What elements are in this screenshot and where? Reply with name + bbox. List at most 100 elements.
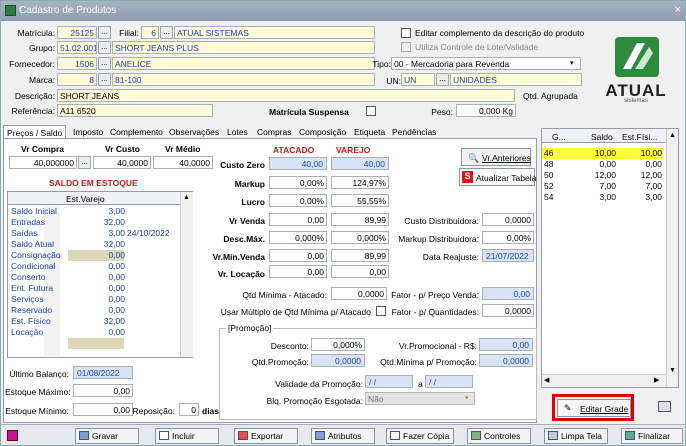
grade-row[interactable]: 54 3,00 3,00 [542, 192, 663, 203]
gravar-button[interactable]: Gravar [75, 428, 139, 444]
finalizar-button[interactable]: Finalizar [621, 428, 683, 444]
un-code-field[interactable]: UN [401, 73, 435, 86]
atributos-button[interactable]: Atributos [311, 428, 375, 444]
scroll-down-icon[interactable]: ▼ [669, 367, 676, 374]
saldo-row[interactable]: Saldo Inicial 3,00 [9, 206, 179, 217]
un-lookup-button[interactable]: ... [436, 73, 449, 86]
saldo-estoque-title: SALDO EM ESTOQUE [49, 178, 138, 188]
descricao-field[interactable]: SHORT JEANS [57, 89, 515, 102]
fornecedor-code-field[interactable]: 1506 [57, 57, 97, 70]
saldo-row[interactable]: Condicional 0,00 [9, 261, 179, 272]
desconto-field[interactable]: 0,000% [311, 338, 365, 351]
fazer-copia-button[interactable]: Fazer Cópia [386, 428, 454, 444]
vr-anteriores-button[interactable]: 🔍 Vr.Anteriores [461, 148, 531, 166]
grade-row[interactable]: 52 7,00 7,00 [542, 181, 663, 192]
tab-composicao[interactable]: Composição [299, 125, 346, 139]
lucro-varejo-field[interactable]: 55,55% [331, 194, 389, 207]
grid-icon[interactable] [658, 401, 671, 412]
saldo-row[interactable]: Consignação 0,00 [9, 250, 179, 261]
matricula-suspensa-checkbox[interactable] [366, 106, 376, 116]
tab-compras[interactable]: Compras [257, 125, 291, 139]
saldo-row-name: Locação [11, 327, 44, 337]
saldo-row[interactable]: Conserto 0,00 [9, 272, 179, 283]
tipo-select[interactable]: 00 - Mercadoria para Revenda [391, 57, 581, 70]
fornecedor-lookup-button[interactable]: ... [98, 57, 111, 70]
saldo-scrollbar[interactable] [180, 192, 193, 357]
markup-atacado-field[interactable]: 0,00% [269, 176, 327, 189]
controle-lote-checkbox[interactable] [401, 42, 411, 52]
grade-col-g-header[interactable]: G... [552, 132, 566, 142]
matricula-field[interactable]: 25125 [57, 26, 97, 39]
broom-icon [548, 431, 558, 440]
vr-min-venda-varejo-field[interactable]: 89,99 [331, 249, 389, 262]
scroll-up-icon[interactable]: ▲ [669, 132, 676, 139]
editar-complemento-checkbox[interactable] [401, 28, 411, 38]
usar-multiplo-checkbox[interactable] [376, 306, 386, 316]
blq-promocao-select[interactable]: Não [365, 392, 475, 405]
tab-precos-saldo[interactable]: Preços / Saldo [3, 125, 67, 139]
saldo-row[interactable]: Saídas 3,00 24/10/2022 [9, 228, 179, 239]
validade-fim-field[interactable]: / / [425, 375, 473, 388]
scroll-up-icon[interactable]: ▲ [183, 194, 190, 201]
grade-col-estfis-header[interactable]: Est.Físi... [622, 132, 657, 142]
vr-locacao-atacado-field[interactable]: 0,00 [269, 265, 327, 278]
saldo-row[interactable]: Entradas 32,00 [9, 217, 179, 228]
exportar-button[interactable]: Exportar [234, 428, 298, 444]
vr-locacao-varejo-field[interactable]: 0,00 [331, 265, 389, 278]
vr-compra-field[interactable]: 40,000000 [9, 156, 77, 169]
controles-button[interactable]: Controles [467, 428, 531, 444]
custo-distribuidora-field[interactable]: 0,0000 [482, 213, 534, 226]
scroll-left-icon[interactable]: ◀ [544, 376, 549, 384]
grade-row[interactable]: 46 10,00 10,00 [542, 148, 663, 159]
grupo-lookup-button[interactable]: ... [98, 41, 111, 54]
markup-distribuidora-field[interactable]: 0,00% [482, 231, 534, 244]
estoque-minimo-field[interactable]: 0,00 [73, 403, 133, 416]
grade-col-saldo-header[interactable]: Saldo [591, 132, 613, 142]
saldo-row[interactable]: Est. Físico 32,00 [9, 316, 179, 327]
atualizar-tabela-button[interactable]: S Atualizar Tabela [459, 168, 536, 186]
lucro-atacado-field[interactable]: 0,00% [269, 194, 327, 207]
saldo-row[interactable]: Reservado 0,00 [9, 305, 179, 316]
estoque-maximo-field[interactable]: 0,00 [73, 384, 133, 397]
grade-row[interactable]: 50 12,00 12,00 [542, 170, 663, 181]
reposicao-field[interactable]: 0 [179, 403, 199, 416]
desc-max-varejo-field[interactable]: 0,000% [331, 231, 389, 244]
custo-zero-label: Custo Zero [220, 160, 265, 170]
validade-inicio-field[interactable]: / / [365, 375, 413, 388]
marca-code-field[interactable]: 8 [57, 73, 97, 86]
saldo-row[interactable]: Saldo Atual 32,00 [9, 239, 179, 250]
tab-observacoes[interactable]: Observações [169, 125, 219, 139]
vr-venda-atacado-field[interactable]: 0,00 [269, 213, 327, 226]
tab-etiqueta[interactable]: Etiqueta [354, 125, 385, 139]
vr-min-venda-atacado-field[interactable]: 0,00 [269, 249, 327, 262]
saldo-row[interactable]: Locação 0,00 [9, 327, 179, 338]
scroll-right-icon[interactable]: ▶ [654, 376, 659, 384]
grade-hscrollbar[interactable]: ◀ ▶ [542, 374, 666, 387]
referencia-field[interactable]: A11 6520 [57, 104, 213, 117]
vr-custo-field[interactable]: 40,0000 [93, 156, 151, 169]
filial-code-field[interactable]: 6 [141, 26, 159, 39]
limpa-tela-button[interactable]: Limpa Tela [544, 428, 608, 444]
grade-row[interactable]: 48 0,00 0,00 [542, 159, 663, 170]
tab-pendencias[interactable]: Pendências [392, 125, 436, 139]
close-icon[interactable]: × [675, 4, 681, 16]
tab-lotes[interactable]: Lotes [227, 125, 248, 139]
incluir-button[interactable]: Incluir [155, 428, 219, 444]
peso-field[interactable]: 0,000 Kg [456, 104, 516, 117]
vr-compra-lookup-button[interactable]: ... [78, 156, 91, 169]
matricula-lookup-button[interactable]: ... [98, 26, 111, 39]
grade-scrollbar[interactable] [666, 129, 678, 387]
controle-lote-label: Utiliza Controle de Lote/Validade [415, 42, 539, 52]
fator-qtd-field[interactable]: 0,0000 [482, 304, 534, 317]
qtd-min-atacado-field[interactable]: 0,0000 [331, 287, 387, 300]
grupo-code-field[interactable]: 51.02.001 [57, 41, 97, 54]
marca-lookup-button[interactable]: ... [98, 73, 111, 86]
saldo-row[interactable]: Ent. Futura 0,00 [9, 283, 179, 294]
vr-venda-varejo-field[interactable]: 89,99 [331, 213, 389, 226]
tab-complemento[interactable]: Complemento [110, 125, 163, 139]
tab-imposto[interactable]: Imposto [73, 125, 103, 139]
saldo-row[interactable]: Serviços 0,00 [9, 294, 179, 305]
desc-max-atacado-field[interactable]: 0,000% [269, 231, 327, 244]
markup-varejo-field[interactable]: 124,97% [331, 176, 389, 189]
filial-lookup-button[interactable]: ... [160, 26, 173, 39]
